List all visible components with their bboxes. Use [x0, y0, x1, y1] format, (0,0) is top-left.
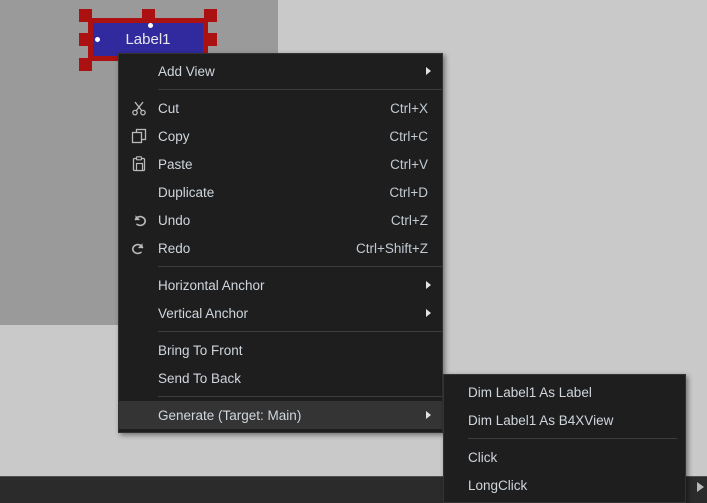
- scroll-right-arrow-icon[interactable]: [697, 482, 704, 492]
- menu-separator: [158, 396, 442, 397]
- menu-separator: [468, 438, 677, 439]
- undo-icon: [119, 206, 158, 234]
- menu-item-label: Duplicate: [158, 184, 215, 200]
- menu-item-bring-to-front[interactable]: Bring To Front: [119, 336, 442, 364]
- menu-item-label: Vertical Anchor: [158, 305, 249, 321]
- menu-item-label: Dim Label1 As B4XView: [468, 412, 614, 428]
- menu-item-label: Bring To Front: [158, 342, 243, 358]
- menu-item-cut[interactable]: Cut Ctrl+X: [119, 94, 442, 122]
- menu-item-label: Cut: [158, 100, 180, 116]
- selection-handle-top-right[interactable]: [204, 9, 217, 22]
- menu-item-label: Copy: [158, 128, 190, 144]
- menu-item-paste[interactable]: Paste Ctrl+V: [119, 150, 442, 178]
- menu-item-shortcut: Ctrl+C: [389, 128, 428, 144]
- designer-context-menu[interactable]: Add View Cut Ctrl+X Copy Ctrl+C Paste Ctrl+V Du…: [118, 53, 443, 433]
- icon-placeholder: [444, 406, 468, 434]
- menu-item-vertical-anchor[interactable]: Vertical Anchor: [119, 299, 442, 327]
- generate-submenu[interactable]: Dim Label1 As Label Dim Label1 As B4XView…: [443, 374, 686, 503]
- menu-item-add-view[interactable]: Add View: [119, 57, 442, 85]
- menu-item-label: Send To Back: [158, 370, 242, 386]
- icon-placeholder: [119, 178, 158, 206]
- menu-item-redo[interactable]: Redo Ctrl+Shift+Z: [119, 234, 442, 262]
- menu-item-dim-label1-as-b4xview[interactable]: Dim Label1 As B4XView: [444, 406, 685, 434]
- menu-item-copy[interactable]: Copy Ctrl+C: [119, 122, 442, 150]
- icon-placeholder: [444, 443, 468, 471]
- menu-separator: [158, 331, 442, 332]
- icon-placeholder: [119, 401, 158, 429]
- submenu-arrow-icon: [426, 309, 431, 317]
- menu-item-generate-target-main[interactable]: Generate (Target: Main): [119, 401, 442, 429]
- icon-placeholder: [444, 378, 468, 406]
- menu-item-click[interactable]: Click: [444, 443, 685, 471]
- menu-item-label: Dim Label1 As Label: [468, 384, 592, 400]
- menu-item-label: Horizontal Anchor: [158, 277, 265, 293]
- label-widget-text: Label1: [125, 31, 171, 48]
- submenu-arrow-icon: [426, 67, 431, 75]
- menu-item-shortcut: Ctrl+Shift+Z: [355, 240, 428, 256]
- menu-item-shortcut: Ctrl+Z: [390, 212, 428, 228]
- menu-item-undo[interactable]: Undo Ctrl+Z: [119, 206, 442, 234]
- copy-icon: [119, 122, 158, 150]
- menu-item-shortcut: Ctrl+X: [390, 100, 428, 116]
- menu-item-label: Redo: [158, 240, 191, 256]
- selection-handle-middle-left[interactable]: [79, 33, 92, 46]
- menu-item-label: Undo: [158, 212, 191, 228]
- menu-separator: [158, 266, 442, 267]
- menu-item-dim-label1-as-label[interactable]: Dim Label1 As Label: [444, 378, 685, 406]
- paste-icon: [119, 150, 158, 178]
- selection-handle-top-center[interactable]: [142, 9, 155, 22]
- scissors-icon: [119, 94, 158, 122]
- selection-handle-bottom-left[interactable]: [79, 58, 92, 71]
- menu-item-label: LongClick: [468, 477, 528, 493]
- icon-placeholder: [119, 271, 158, 299]
- menu-item-label: Paste: [158, 156, 193, 172]
- icon-placeholder: [119, 336, 158, 364]
- icon-placeholder: [119, 364, 158, 392]
- submenu-arrow-icon: [426, 281, 431, 289]
- menu-item-send-to-back[interactable]: Send To Back: [119, 364, 442, 392]
- submenu-arrow-icon: [426, 411, 431, 419]
- menu-item-duplicate[interactable]: Duplicate Ctrl+D: [119, 178, 442, 206]
- selection-handle-middle-right[interactable]: [204, 33, 217, 46]
- anchor-dot-left-icon: [95, 37, 100, 42]
- redo-icon: [119, 234, 158, 262]
- icon-placeholder: [119, 299, 158, 327]
- anchor-dot-top-icon: [148, 23, 153, 28]
- menu-item-longclick[interactable]: LongClick: [444, 471, 685, 499]
- menu-item-label: Click: [468, 449, 498, 465]
- menu-item-shortcut: Ctrl+D: [389, 184, 428, 200]
- selection-handle-top-left[interactable]: [79, 9, 92, 22]
- icon-placeholder: [119, 57, 158, 85]
- menu-item-label: Generate (Target: Main): [158, 407, 302, 423]
- icon-placeholder: [444, 471, 468, 499]
- menu-item-label: Add View: [158, 63, 215, 79]
- menu-item-shortcut: Ctrl+V: [390, 156, 428, 172]
- menu-item-horizontal-anchor[interactable]: Horizontal Anchor: [119, 271, 442, 299]
- menu-separator: [158, 89, 442, 90]
